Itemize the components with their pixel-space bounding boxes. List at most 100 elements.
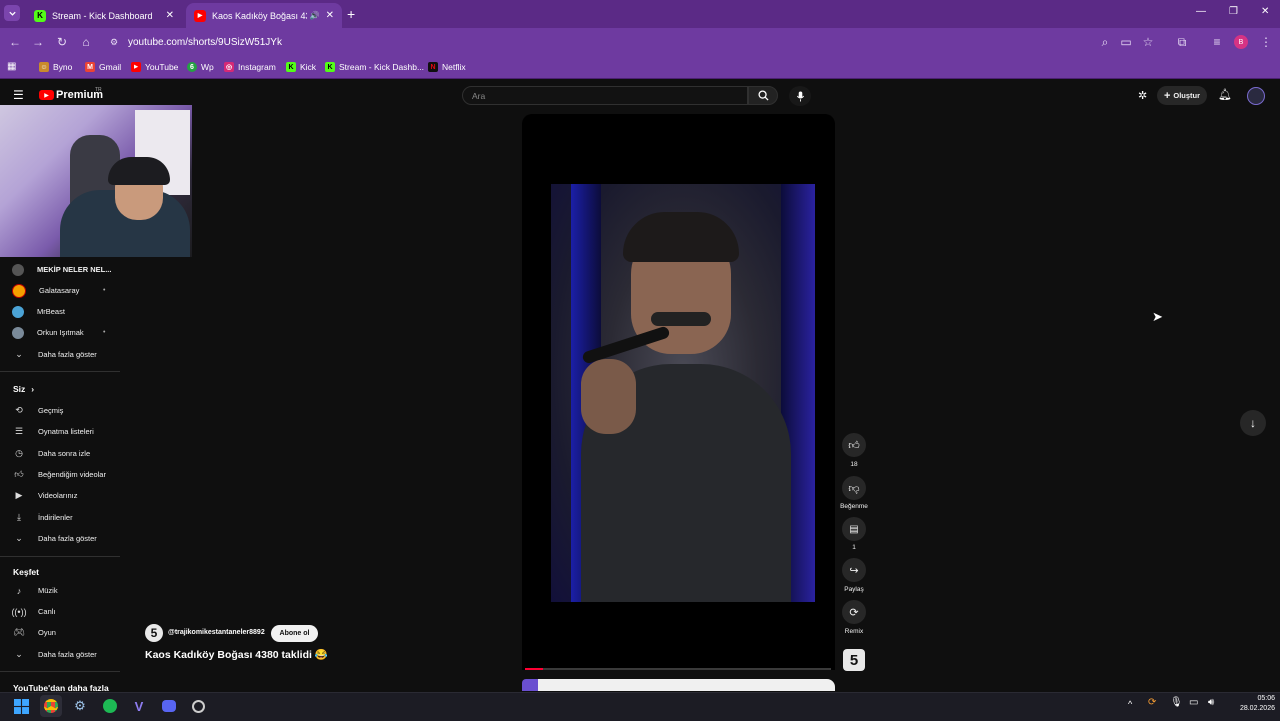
comments-button[interactable]: ▤ bbox=[842, 517, 866, 541]
close-icon[interactable]: ✕ bbox=[326, 10, 334, 21]
sidebar-item-watch-later[interactable]: ◷ Daha sonra izle bbox=[0, 443, 120, 464]
bookmark-label: Gmail bbox=[99, 62, 122, 72]
bookmark-kick-dashboard[interactable]: K Stream - Kick Dashb... bbox=[325, 59, 424, 75]
reload-button[interactable]: ↻ bbox=[53, 33, 71, 51]
cast-icon[interactable]: ▭ bbox=[1117, 33, 1135, 51]
sidebar-item-label: Videolarınız bbox=[38, 491, 78, 500]
like-button[interactable]: 👍︎ bbox=[842, 433, 866, 457]
search-icon bbox=[757, 90, 769, 101]
sidebar-item-live[interactable]: ((•)) Canlı bbox=[0, 601, 120, 622]
sidebar-item-label: Daha fazla göster bbox=[38, 350, 97, 359]
profile-avatar[interactable]: B bbox=[1234, 35, 1248, 49]
extensions-icon[interactable]: ⧉ bbox=[1173, 33, 1191, 51]
new-tab-button[interactable]: + bbox=[347, 6, 355, 22]
sidebar-you-title[interactable]: Siz › bbox=[13, 384, 34, 394]
taskbar-chrome[interactable] bbox=[40, 695, 62, 717]
create-button[interactable]: + Oluştur bbox=[1157, 86, 1207, 105]
sidebar-item-liked[interactable]: 👍︎ Beğendiğim videolar bbox=[0, 464, 120, 485]
search-button[interactable] bbox=[748, 86, 778, 105]
bookmark-kick[interactable]: K Kick bbox=[286, 59, 316, 75]
section-title-text: Siz bbox=[13, 384, 26, 394]
dislike-button[interactable]: 👎︎ bbox=[842, 476, 866, 500]
discord-icon bbox=[162, 700, 176, 712]
minimize-button[interactable]: — bbox=[1196, 6, 1206, 17]
address-bar[interactable]: youtube.com/shorts/9USizW51JYk bbox=[128, 33, 1188, 51]
notifications-bell-icon[interactable]: 🔔︎ bbox=[1218, 88, 1232, 101]
tray-app-icon[interactable]: ⟳ bbox=[1148, 697, 1156, 708]
bookmark-wp[interactable]: 6 Wp bbox=[187, 59, 214, 75]
restore-button[interactable]: ❐ bbox=[1229, 6, 1238, 17]
sidebar-item-downloads[interactable]: ⤓ İndirilenler bbox=[0, 507, 120, 528]
ai-sparkle-icon[interactable]: ✲ bbox=[1138, 89, 1147, 102]
sidebar-item-your-videos[interactable]: ▶ Videolarınız bbox=[0, 485, 120, 506]
taskbar-steam[interactable]: ⚙ bbox=[69, 695, 91, 717]
byno-icon: ☺ bbox=[39, 62, 49, 72]
sidebar-item-history[interactable]: ⟲ Geçmiş bbox=[0, 400, 120, 421]
tab-youtube-short[interactable]: ▶ Kaos Kadıköy Boğası 4380 🔊 ✕ bbox=[186, 3, 342, 28]
more-menu-icon[interactable]: ⋮ bbox=[1257, 33, 1275, 51]
account-avatar[interactable] bbox=[1247, 87, 1265, 105]
tray-mic-icon[interactable]: 🎙︎ bbox=[1170, 697, 1183, 708]
zoom-icon[interactable]: ⌕ bbox=[1096, 33, 1114, 51]
subscribe-button[interactable]: Abone ol bbox=[271, 625, 318, 642]
sidebar-show-more-explore[interactable]: ⌄ Daha fazla göster bbox=[0, 644, 120, 665]
site-info-icon[interactable]: ⚙ bbox=[110, 37, 118, 48]
remix-button[interactable]: ⟳ bbox=[842, 600, 866, 624]
speaker-icon[interactable]: 🔊 bbox=[310, 11, 320, 20]
sidebar-item-gaming[interactable]: 🎮︎ Oyun bbox=[0, 622, 120, 643]
tray-overflow-icon[interactable]: ^ bbox=[1128, 699, 1132, 709]
gamepad-icon: 🎮︎ bbox=[13, 627, 25, 637]
sidebar-item-label: Oyun bbox=[38, 628, 56, 637]
tray-display-icon[interactable]: ▭ bbox=[1189, 697, 1198, 708]
sidebar-item-music[interactable]: ♪ Müzik bbox=[0, 580, 120, 601]
sound-channel-avatar[interactable]: 5 bbox=[843, 649, 865, 671]
sidebar-show-more-you[interactable]: ⌄ Daha fazla göster bbox=[0, 528, 120, 549]
forward-button[interactable]: → bbox=[29, 33, 47, 51]
share-button[interactable]: ↪ bbox=[842, 558, 866, 582]
media-controls-icon[interactable]: ≡ bbox=[1208, 33, 1226, 51]
taskbar-discord[interactable] bbox=[158, 695, 180, 717]
tab-kick-dashboard[interactable]: K Stream - Kick Dashboard ✕ bbox=[26, 3, 182, 28]
bookmark-gmail[interactable]: M Gmail bbox=[85, 59, 121, 75]
youtube-logo-icon[interactable]: ▶ bbox=[39, 90, 54, 100]
taskbar-obs[interactable] bbox=[187, 695, 209, 717]
new-content-dot: • bbox=[103, 329, 106, 336]
youtube-icon: ▶ bbox=[131, 62, 141, 72]
bookmark-youtube[interactable]: ▶ YouTube bbox=[131, 59, 178, 75]
apps-grid-icon[interactable]: ▦ bbox=[7, 61, 16, 72]
next-short-button[interactable]: ↓ bbox=[1240, 410, 1266, 436]
start-button[interactable] bbox=[10, 695, 32, 717]
hamburger-menu-icon[interactable]: ☰ bbox=[13, 88, 24, 102]
sidebar-show-more-subs[interactable]: ⌄ Daha fazla göster bbox=[0, 344, 120, 365]
channel-handle[interactable]: @trajikomikestantaneler8892 bbox=[168, 629, 265, 636]
voice-search-button[interactable] bbox=[789, 86, 811, 106]
tab-search-button[interactable] bbox=[4, 5, 20, 21]
taskbar-spotify[interactable] bbox=[99, 695, 121, 717]
bookmark-instagram[interactable]: ◎ Instagram bbox=[224, 59, 276, 75]
clock-icon: ◷ bbox=[15, 448, 23, 458]
sidebar-sub-galatasaray[interactable]: Galatasaray • bbox=[0, 280, 120, 301]
search-input[interactable]: Ara bbox=[462, 86, 748, 105]
next-short-preview[interactable] bbox=[522, 679, 835, 691]
bookmark-star-icon[interactable]: ☆ bbox=[1139, 33, 1157, 51]
spotify-icon bbox=[103, 699, 117, 713]
thumbs-up-icon: 👍︎ bbox=[848, 439, 860, 452]
taskbar-app-v[interactable]: V bbox=[128, 695, 150, 717]
back-button[interactable]: ← bbox=[6, 33, 24, 51]
bookmark-netflix[interactable]: N Netflix bbox=[428, 59, 466, 75]
channel-avatar[interactable]: 5 bbox=[145, 624, 163, 642]
home-button[interactable]: ⌂ bbox=[77, 33, 95, 51]
sidebar-sub-mekip[interactable]: MEKİP NELER NEL... bbox=[0, 259, 120, 280]
close-icon[interactable]: ✕ bbox=[166, 10, 174, 21]
bookmark-label: YouTube bbox=[145, 62, 179, 72]
singer-hair bbox=[623, 212, 739, 262]
tray-volume-icon[interactable]: 🔊︎ bbox=[1208, 697, 1214, 708]
taskbar-clock[interactable]: 05:06 28.02.2026 bbox=[1235, 694, 1275, 714]
window-close-button[interactable]: ✕ bbox=[1261, 6, 1269, 17]
sidebar-item-playlists[interactable]: ☰ Oynatma listeleri bbox=[0, 421, 120, 442]
video-progress-track[interactable] bbox=[525, 668, 831, 670]
sidebar-sub-orkun[interactable]: Orkun Işıtmak • bbox=[0, 322, 120, 343]
video-progress-fill bbox=[525, 668, 544, 670]
sidebar-sub-mrbeast[interactable]: MrBeast bbox=[0, 301, 120, 322]
bookmark-byno[interactable]: ☺ Byno bbox=[39, 59, 72, 75]
